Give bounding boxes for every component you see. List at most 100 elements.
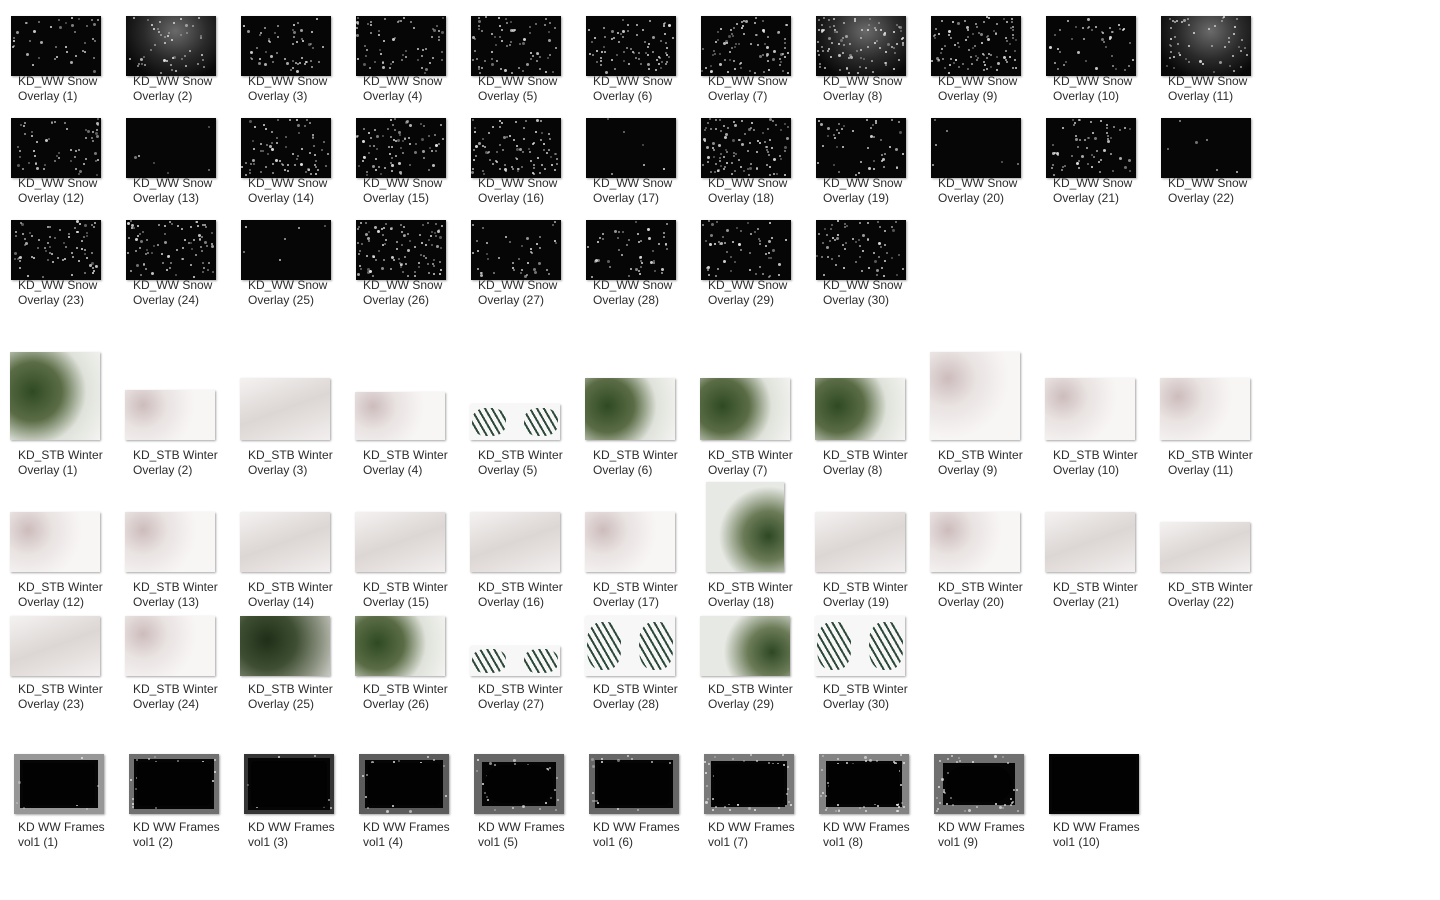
file-item[interactable]: KD_WW Snow Overlay (15) xyxy=(355,112,470,212)
file-name-line-1: KD_STB Winter xyxy=(248,580,333,594)
file-name-line-2: Overlay (18) xyxy=(708,595,775,609)
file-item[interactable]: KD_WW Snow Overlay (9) xyxy=(930,10,1045,110)
file-item[interactable]: KD_WW Snow Overlay (4) xyxy=(355,10,470,110)
file-item[interactable]: KD_WW Snow Overlay (2) xyxy=(125,10,240,110)
file-item[interactable]: KD_STB Winter Overlay (13) xyxy=(125,484,240,614)
file-item[interactable]: KD_STB Winter Overlay (8) xyxy=(815,352,930,482)
file-item[interactable]: KD WW Frames vol1 (5) xyxy=(470,750,585,850)
file-item[interactable]: KD_STB Winter Overlay (1) xyxy=(10,352,125,482)
file-item[interactable]: KD_WW Snow Overlay (12) xyxy=(10,112,125,212)
file-item[interactable]: KD_STB Winter Overlay (18) xyxy=(700,482,815,614)
file-item[interactable]: KD_WW Snow Overlay (21) xyxy=(1045,112,1160,212)
file-item[interactable]: KD_STB Winter Overlay (6) xyxy=(585,352,700,482)
file-thumbnail xyxy=(700,112,815,178)
file-name-line-1: KD_WW Snow xyxy=(938,74,1018,88)
file-thumbnail xyxy=(930,352,1045,440)
file-item[interactable]: KD_WW Snow Overlay (28) xyxy=(585,214,700,314)
file-item[interactable]: KD_STB Winter Overlay (30) xyxy=(815,616,930,746)
file-name-line-2: Overlay (7) xyxy=(708,89,768,103)
file-item[interactable]: KD_WW Snow Overlay (11) xyxy=(1160,10,1275,110)
file-name-label: KD_WW Snow Overlay (19) xyxy=(823,176,925,206)
file-item[interactable]: KD WW Frames vol1 (8) xyxy=(815,750,930,850)
file-item[interactable]: KD_WW Snow Overlay (10) xyxy=(1045,10,1160,110)
file-item[interactable]: KD_WW Snow Overlay (14) xyxy=(240,112,355,212)
file-item[interactable]: KD_STB Winter Overlay (21) xyxy=(1045,484,1160,614)
file-item[interactable]: KD_STB Winter Overlay (4) xyxy=(355,352,470,482)
file-item[interactable]: KD_STB Winter Overlay (5) xyxy=(470,352,585,482)
file-item[interactable]: KD_STB Winter Overlay (19) xyxy=(815,484,930,614)
file-name-line-1: KD_WW Snow xyxy=(478,176,558,190)
file-item[interactable]: KD_STB Winter Overlay (11) xyxy=(1160,352,1275,482)
file-name-label: KD WW Frames vol1 (3) xyxy=(248,820,350,850)
file-name-label: KD_STB Winter Overlay (2) xyxy=(133,448,235,478)
file-name-line-1: KD_WW Snow xyxy=(18,278,98,292)
file-name-label: KD_WW Snow Overlay (7) xyxy=(708,74,810,104)
file-thumbnail xyxy=(815,214,930,280)
file-item[interactable]: KD WW Frames vol1 (10) xyxy=(1045,750,1160,850)
file-item[interactable]: KD_WW Snow Overlay (5) xyxy=(470,10,585,110)
file-name-line-1: KD_WW Snow xyxy=(133,278,213,292)
file-item[interactable]: KD WW Frames vol1 (1) xyxy=(10,750,125,850)
file-name-label: KD_STB Winter Overlay (29) xyxy=(708,682,810,712)
file-thumbnail xyxy=(10,352,125,440)
file-name-line-2: Overlay (20) xyxy=(938,191,1005,205)
file-thumbnail xyxy=(10,484,125,572)
file-item[interactable]: KD_STB Winter Overlay (25) xyxy=(240,616,355,746)
file-item[interactable]: KD_STB Winter Overlay (29) xyxy=(700,616,815,746)
file-item[interactable]: KD_WW Snow Overlay (16) xyxy=(470,112,585,212)
file-item[interactable]: KD_WW Snow Overlay (8) xyxy=(815,10,930,110)
file-item[interactable]: KD_STB Winter Overlay (17) xyxy=(585,484,700,614)
file-name-line-2: Overlay (3) xyxy=(248,463,308,477)
file-item[interactable]: KD_STB Winter Overlay (7) xyxy=(700,352,815,482)
file-item[interactable]: KD_STB Winter Overlay (22) xyxy=(1160,484,1275,614)
file-item[interactable]: KD_WW Snow Overlay (17) xyxy=(585,112,700,212)
file-item[interactable]: KD_STB Winter Overlay (26) xyxy=(355,616,470,746)
file-item[interactable]: KD_STB Winter Overlay (27) xyxy=(470,616,585,746)
file-item[interactable]: KD WW Frames vol1 (2) xyxy=(125,750,240,850)
file-name-line-2: Overlay (13) xyxy=(133,191,200,205)
file-item[interactable]: KD_WW Snow Overlay (7) xyxy=(700,10,815,110)
file-item[interactable]: KD_WW Snow Overlay (29) xyxy=(700,214,815,314)
file-item[interactable]: KD_STB Winter Overlay (24) xyxy=(125,616,240,746)
file-name-line-2: Overlay (26) xyxy=(363,293,430,307)
file-item[interactable]: KD_WW Snow Overlay (25) xyxy=(240,214,355,314)
file-name-line-2: Overlay (11) xyxy=(1168,89,1234,103)
file-item[interactable]: KD_STB Winter Overlay (28) xyxy=(585,616,700,746)
file-item[interactable]: KD WW Frames vol1 (4) xyxy=(355,750,470,850)
file-item[interactable]: KD_WW Snow Overlay (27) xyxy=(470,214,585,314)
file-item[interactable]: KD WW Frames vol1 (3) xyxy=(240,750,355,850)
file-item[interactable]: KD_STB Winter Overlay (20) xyxy=(930,484,1045,614)
file-item[interactable]: KD WW Frames vol1 (6) xyxy=(585,750,700,850)
file-name-line-1: KD WW Frames xyxy=(133,820,220,834)
file-item[interactable]: KD_WW Snow Overlay (13) xyxy=(125,112,240,212)
file-item[interactable]: KD_WW Snow Overlay (23) xyxy=(10,214,125,314)
file-item[interactable]: KD_STB Winter Overlay (3) xyxy=(240,352,355,482)
file-item[interactable]: KD_STB Winter Overlay (10) xyxy=(1045,352,1160,482)
file-thumbnail xyxy=(815,750,930,814)
file-name-label: KD_WW Snow Overlay (8) xyxy=(823,74,925,104)
file-item[interactable]: KD_WW Snow Overlay (30) xyxy=(815,214,930,314)
file-item[interactable]: KD_WW Snow Overlay (20) xyxy=(930,112,1045,212)
file-item[interactable]: KD_STB Winter Overlay (9) xyxy=(930,352,1045,482)
file-item[interactable]: KD_STB Winter Overlay (2) xyxy=(125,352,240,482)
file-name-label: KD_STB Winter Overlay (13) xyxy=(133,580,235,610)
file-item[interactable]: KD_STB Winter Overlay (12) xyxy=(10,484,125,614)
file-item[interactable]: KD_STB Winter Overlay (14) xyxy=(240,484,355,614)
file-item[interactable]: KD WW Frames vol1 (9) xyxy=(930,750,1045,850)
file-item[interactable]: KD_WW Snow Overlay (3) xyxy=(240,10,355,110)
file-name-line-2: Overlay (10) xyxy=(1053,89,1120,103)
file-item[interactable]: KD WW Frames vol1 (7) xyxy=(700,750,815,850)
file-item[interactable]: KD_WW Snow Overlay (6) xyxy=(585,10,700,110)
file-item[interactable]: KD_WW Snow Overlay (19) xyxy=(815,112,930,212)
file-thumbnail xyxy=(585,616,700,680)
file-item[interactable]: KD_WW Snow Overlay (18) xyxy=(700,112,815,212)
file-item[interactable]: KD_STB Winter Overlay (23) xyxy=(10,616,125,746)
file-item[interactable]: KD_WW Snow Overlay (1) xyxy=(10,10,125,110)
file-item[interactable]: KD_WW Snow Overlay (22) xyxy=(1160,112,1275,212)
file-name-line-2: vol1 (6) xyxy=(593,835,634,849)
file-item[interactable]: KD_STB Winter Overlay (15) xyxy=(355,484,470,614)
file-item[interactable]: KD_STB Winter Overlay (16) xyxy=(470,484,585,614)
file-name-label: KD_WW Snow Overlay (18) xyxy=(708,176,810,206)
file-item[interactable]: KD_WW Snow Overlay (24) xyxy=(125,214,240,314)
file-item[interactable]: KD_WW Snow Overlay (26) xyxy=(355,214,470,314)
